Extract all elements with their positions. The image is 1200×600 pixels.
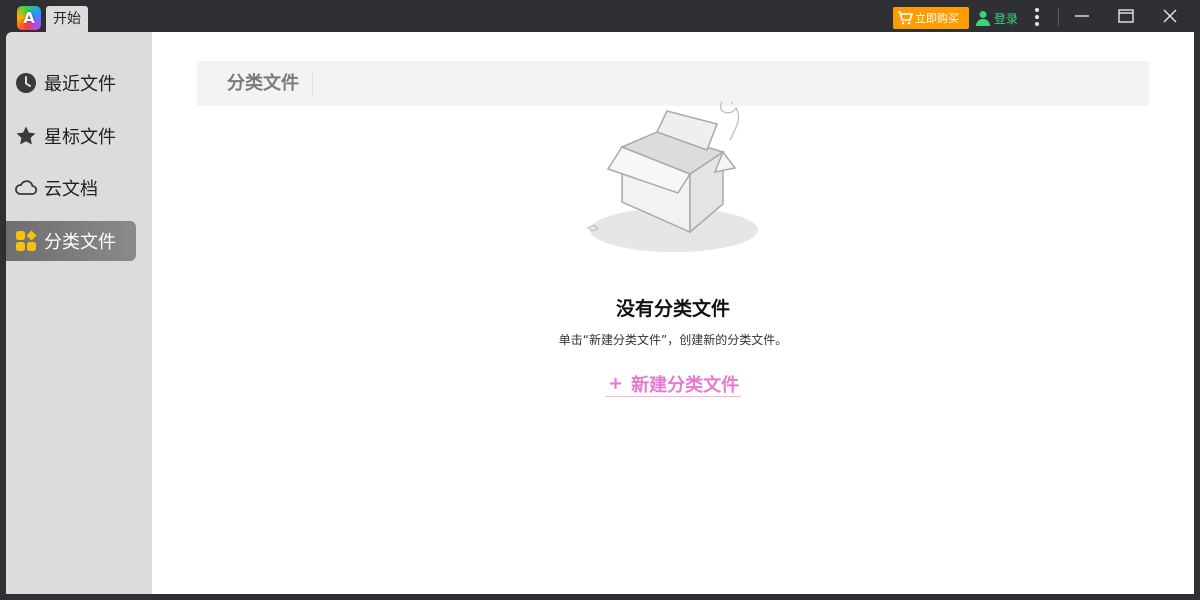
sidebar-item-cloud[interactable]: 云文档 (6, 168, 136, 208)
maximize-icon (1118, 9, 1134, 23)
titlebar-divider (1058, 8, 1059, 26)
new-category-file-label: 新建分类文件 (631, 374, 740, 396)
more-menu-button[interactable] (1029, 6, 1045, 28)
buy-now-label: 立即购买 (915, 12, 959, 25)
title-bar: A 开始 立即购买 登录 (0, 0, 1200, 32)
empty-box-icon (587, 102, 758, 252)
close-icon (1163, 9, 1177, 23)
sidebar-item-recent[interactable]: 最近文件 (6, 63, 136, 103)
tab-start[interactable]: 开始 (46, 6, 88, 32)
sidebar-item-categories[interactable]: 分类文件 (6, 221, 136, 261)
login-button[interactable]: 登录 (976, 7, 1018, 29)
sidebar: 最近文件 星标文件 云文档 分类文件 (6, 32, 152, 594)
cart-icon (898, 11, 913, 25)
new-category-file-link[interactable]: + 新建分类文件 (606, 371, 742, 397)
section-title: 分类文件 (227, 73, 299, 94)
clock-icon (14, 71, 38, 95)
section-header: 分类文件 (197, 61, 1149, 106)
sidebar-item-starred[interactable]: 星标文件 (6, 116, 136, 156)
app-logo-icon: A (17, 6, 41, 30)
star-icon (14, 124, 38, 148)
minimize-icon (1075, 15, 1089, 17)
main-content: 分类文件 没有分类文件 单击“新建分类文件”，创建新的分类文件。 + 新建分类文… (152, 32, 1194, 594)
user-icon (976, 11, 990, 26)
login-label: 登录 (994, 11, 1019, 26)
empty-state-description: 单击“新建分类文件”，创建新的分类文件。 (558, 333, 788, 347)
buy-now-button[interactable]: 立即购买 (893, 7, 969, 29)
sidebar-item-label: 最近文件 (44, 74, 116, 95)
sidebar-item-label: 云文档 (44, 179, 98, 200)
section-divider (312, 73, 313, 95)
maximize-button[interactable] (1111, 4, 1141, 28)
more-vertical-icon (1035, 8, 1039, 26)
empty-state-title: 没有分类文件 (615, 298, 730, 320)
minimize-button[interactable] (1067, 4, 1097, 28)
cloud-icon (14, 176, 38, 200)
app-logo-letter: A (23, 9, 35, 27)
sidebar-item-label: 分类文件 (44, 232, 116, 253)
sidebar-item-label: 星标文件 (44, 127, 116, 148)
plus-icon: + (608, 373, 624, 394)
close-button[interactable] (1155, 4, 1185, 28)
category-icon (14, 229, 38, 253)
